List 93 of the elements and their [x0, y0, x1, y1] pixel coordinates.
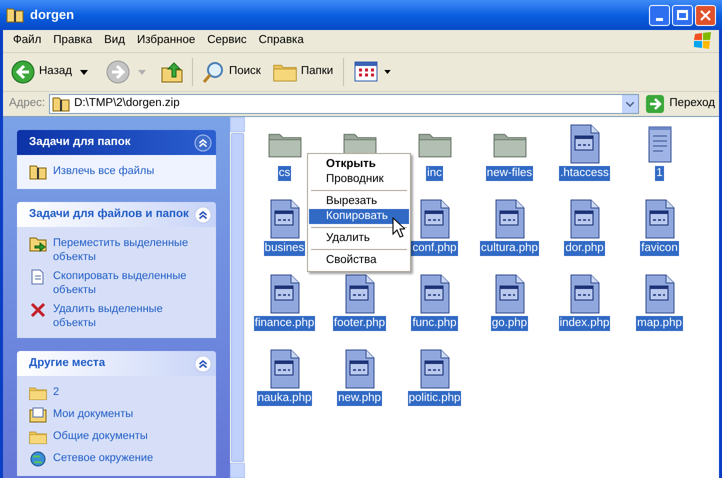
script-file-icon	[644, 274, 674, 314]
menu-item[interactable]: Избранное	[130, 32, 202, 50]
file-name[interactable]: go.php	[490, 316, 528, 331]
context-menu-item[interactable]: Вырезать	[309, 194, 409, 209]
dropdown-caret-icon[interactable]	[80, 70, 88, 74]
task-link[interactable]: Общие документы	[53, 428, 148, 443]
move-icon	[29, 235, 47, 253]
menu-item[interactable]: Вид	[98, 32, 131, 50]
context-menu-item[interactable]: Открыть	[309, 157, 409, 172]
context-menu-item[interactable]: Свойства	[309, 253, 409, 268]
file-name[interactable]: busines	[264, 241, 306, 256]
close-icon	[700, 10, 711, 20]
task-link[interactable]: Переместить выделенные объекты	[53, 235, 204, 264]
context-menu-item[interactable]: Удалить	[309, 231, 409, 246]
file-name[interactable]: favicon	[640, 241, 679, 256]
script-file-icon	[344, 349, 374, 389]
task-link[interactable]: Мои документы	[53, 406, 134, 421]
delete-icon	[29, 301, 47, 319]
file-name[interactable]: conf.php	[411, 241, 458, 256]
search-button[interactable]: Поиск	[200, 60, 261, 84]
file-name[interactable]: dor.php	[564, 241, 605, 256]
context-menu-item[interactable]: Копировать	[309, 209, 409, 224]
task-link[interactable]: Сетевое окружение	[53, 450, 154, 465]
address-field[interactable]: D:\TMP\2\dorgen.zip	[49, 94, 640, 114]
script-file-icon	[494, 274, 524, 314]
task-link[interactable]: Извлечь все файлы	[53, 163, 154, 178]
menu-item[interactable]: Справка	[252, 32, 310, 50]
minimize-button[interactable]	[649, 4, 670, 26]
file-name[interactable]: footer.php	[332, 316, 386, 331]
script-file-icon	[420, 274, 450, 314]
file-name[interactable]: map.php	[636, 316, 683, 331]
menu-item[interactable]: Сервис	[201, 32, 253, 50]
context-menu-item[interactable]: Проводник	[309, 172, 409, 187]
up-folder-icon[interactable]	[160, 60, 184, 84]
address-label: Адрес:	[9, 96, 46, 112]
script-file-icon	[270, 274, 300, 314]
file-name[interactable]: .htaccess	[559, 166, 610, 181]
search-icon	[200, 60, 225, 84]
folders-button[interactable]: Папки	[272, 62, 334, 82]
section-header[interactable]: Задачи для папок	[17, 130, 216, 155]
script-file-icon	[344, 274, 374, 314]
folder-icon	[272, 62, 297, 82]
menu-item[interactable]: Файл	[7, 32, 48, 50]
file-name[interactable]: inc	[426, 166, 443, 181]
zip-folder-icon	[6, 6, 24, 24]
dropdown-caret-icon[interactable]	[384, 70, 392, 74]
file-name[interactable]: func.php	[411, 316, 458, 331]
script-file-icon	[570, 274, 600, 314]
close-button[interactable]	[695, 4, 716, 26]
go-button[interactable]: Переход	[645, 94, 715, 114]
maximize-button[interactable]	[672, 4, 693, 26]
dropdown-button[interactable]	[622, 95, 638, 113]
section-header[interactable]: Задачи для файлов и папок	[17, 202, 216, 227]
scrollbar[interactable]	[230, 117, 245, 478]
zip-folder-icon	[52, 95, 70, 113]
mouse-cursor-icon	[392, 217, 405, 238]
task-link[interactable]: Удалить выделенные объекты	[53, 301, 204, 330]
script-file-icon	[494, 199, 524, 239]
window-title: dorgen	[30, 6, 74, 24]
script-file-icon	[644, 199, 674, 239]
file-name[interactable]: new.php	[337, 391, 382, 406]
section-title: Задачи для файлов и папок	[29, 206, 189, 222]
script-file-icon	[270, 349, 300, 389]
back-button[interactable]: Назад	[11, 60, 72, 84]
views-grid-icon[interactable]	[354, 61, 380, 83]
maximize-icon	[677, 10, 688, 20]
file-name[interactable]: new-files	[486, 166, 534, 181]
task-link[interactable]: Скопировать выделенные объекты	[53, 268, 204, 297]
section-title: Задачи для папок	[29, 134, 131, 150]
file-name[interactable]: cultura.php	[480, 241, 539, 256]
minimize-icon	[656, 18, 663, 20]
collapse-icon[interactable]	[194, 206, 212, 224]
section-header[interactable]: Другие места	[17, 351, 216, 376]
file-name[interactable]: 1	[655, 166, 664, 181]
file-name[interactable]: index.php	[558, 316, 610, 331]
file-name[interactable]: finance.php	[254, 316, 316, 331]
script-file-icon	[270, 199, 300, 239]
section-title: Другие места	[29, 356, 106, 371]
collapse-icon[interactable]	[194, 134, 212, 152]
file-name[interactable]: nauka.php	[256, 391, 312, 406]
file-name[interactable]: cs	[278, 166, 292, 181]
network-globe-icon	[29, 450, 47, 468]
task-link[interactable]: 2	[53, 384, 60, 399]
script-file-icon	[570, 199, 600, 239]
file-name[interactable]: politic.php	[408, 391, 462, 406]
zip-folder-icon	[29, 163, 47, 181]
script-file-icon	[570, 124, 600, 164]
menu-item[interactable]: Правка	[47, 32, 98, 50]
documents-folder-icon	[29, 406, 47, 424]
chevron-down-icon	[626, 102, 634, 106]
collapse-icon[interactable]	[194, 354, 212, 372]
script-file-icon	[420, 349, 450, 389]
script-file-icon	[420, 199, 450, 239]
